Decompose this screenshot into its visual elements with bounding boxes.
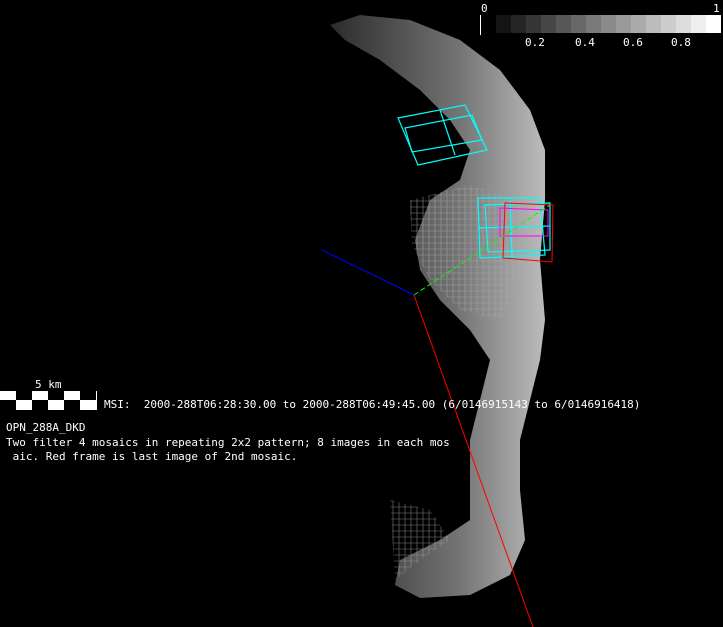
- scale-bar-label: 5 km: [35, 378, 62, 391]
- colorbar-tick: 0.4: [575, 36, 595, 49]
- colorbar-tick: 0.8: [671, 36, 691, 49]
- colorbar-swatch: [601, 15, 616, 33]
- colorbar-swatch: [691, 15, 706, 33]
- colorbar-swatch: [526, 15, 541, 33]
- colorbar-swatch: [496, 15, 511, 33]
- colorbar-swatch: [511, 15, 526, 33]
- colorbar-tick: 0.6: [623, 36, 643, 49]
- colorbar-tick: 0.2: [525, 36, 545, 49]
- description-line-1: Two filter 4 mosaics in repeating 2x2 pa…: [6, 436, 450, 449]
- asteroid-shape: [330, 15, 545, 598]
- colorbar-swatch: [616, 15, 631, 33]
- colorbar-swatch: [541, 15, 556, 33]
- colorbar-min-label: 0: [481, 2, 488, 15]
- msi-time-range: MSI: 2000-288T06:28:30.00 to 2000-288T06…: [104, 398, 641, 411]
- asteroid-render: [0, 15, 554, 627]
- colorbar-swatch: [661, 15, 676, 33]
- colorbar-swatch: [646, 15, 661, 33]
- scale-bar: [0, 391, 97, 410]
- description-line-2: aic. Red frame is last image of 2nd mosa…: [6, 450, 298, 463]
- colorbar-zero-tick: [480, 15, 481, 35]
- colorbar-swatch: [706, 15, 721, 33]
- colorbar-swatch: [556, 15, 571, 33]
- colorbar-swatch: [631, 15, 646, 33]
- colorbar-max-label: 1: [713, 2, 720, 15]
- colorbar-swatch: [676, 15, 691, 33]
- axis-z: [321, 249, 415, 296]
- colorbar-swatch: [571, 15, 586, 33]
- sequence-name: OPN_288A_DKD: [6, 421, 86, 434]
- colorbar-swatch: [586, 15, 601, 33]
